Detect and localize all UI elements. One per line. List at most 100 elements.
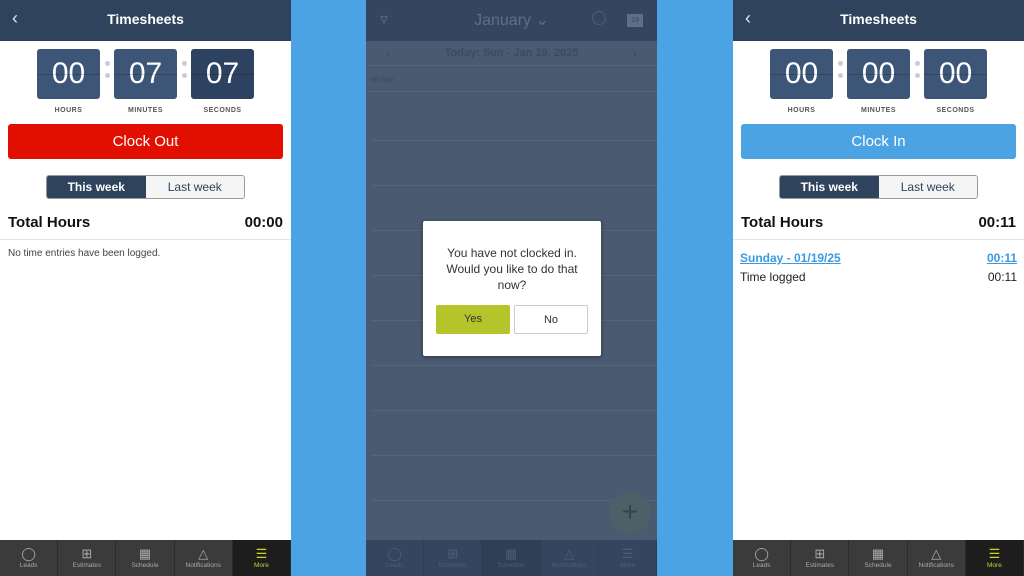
tab-last-week[interactable]: Last week [145,176,244,198]
week-toggle: This week Last week [46,175,245,199]
nav-leads[interactable]: ◯ Leads [733,540,792,576]
total-hours-label: Total Hours [8,214,91,231]
nav-schedule[interactable]: ▦ Schedule [482,540,541,576]
total-hours-row: Total Hours 00:00 [8,214,283,231]
calendar-icon: ▦ [138,546,152,561]
nav-more[interactable]: ☰ More [232,540,291,576]
hours-label: HOURS [54,107,83,114]
search-icon[interactable] [592,11,606,25]
minutes-label: MINUTES [128,107,163,114]
total-hours-row: Total Hours 00:11 [741,214,1016,231]
month-selector[interactable]: January ⌄ [366,10,657,30]
divider [0,239,291,240]
nav-leads[interactable]: ◯ Leads [366,540,425,576]
bell-icon: △ [198,546,209,561]
total-hours-value: 00:00 [244,214,283,231]
time-logged-row: Time logged 00:11 [740,270,1017,284]
estimates-icon: ⊞ [81,546,93,561]
menu-icon: ☰ [988,546,1001,561]
leads-icon: ◯ [754,546,769,561]
seconds-label: SECONDS [203,107,242,114]
divider [733,239,1024,240]
tab-this-week[interactable]: This week [780,176,879,198]
divider [366,65,657,66]
minutes-label: MINUTES [861,107,896,114]
colon-separator [915,61,920,85]
clock-in-dialog: You have not clocked in. Would you like … [423,221,601,356]
bell-icon: △ [931,546,942,561]
hour-line [372,410,657,411]
leads-icon: ◯ [387,546,402,561]
bell-icon: △ [564,546,575,561]
dialog-message: You have not clocked in. Would you like … [446,246,578,292]
nav-schedule[interactable]: ▦ Schedule [849,540,908,576]
header: ▿ January ⌄ 19 [366,0,657,41]
calendar-today-icon[interactable]: 19 [627,14,643,27]
hour-line [372,140,657,141]
bottom-nav: ◯ Leads ⊞ Estimates ▦ Schedule △ Notificatio… [366,540,657,576]
nav-more[interactable]: ☰ More [599,540,657,576]
tab-this-week[interactable]: This week [47,176,146,198]
nav-more[interactable]: ☰ More [965,540,1024,576]
header: ‹ Timesheets [733,0,1024,41]
menu-icon: ☰ [255,546,268,561]
seconds-display: 00 [924,49,987,99]
divider [366,91,657,92]
hour-line [372,185,657,186]
total-hours-value: 00:11 [978,214,1016,231]
seconds-display: 07 [191,49,254,99]
plus-icon: + [621,496,639,527]
clock-out-button[interactable]: Clock Out [8,124,283,159]
bottom-nav: ◯ Leads ⊞ Estimates ▦ Schedule △ Notificatio… [0,540,291,576]
time-logged-value: 00:11 [987,270,1017,284]
estimates-icon: ⊞ [447,546,459,561]
hours-display: 00 [37,49,100,99]
total-hours-label: Total Hours [741,214,824,231]
header: ‹ Timesheets [0,0,291,41]
page-title: Timesheets [107,11,184,27]
clock-in-button[interactable]: Clock In [741,124,1016,159]
hours-label: HOURS [787,107,816,114]
week-toggle: This week Last week [779,175,978,199]
nav-estimates[interactable]: ⊞ Estimates [58,540,117,576]
day-link[interactable]: Sunday - 01/19/25 [740,251,841,265]
calendar-icon: ▦ [871,546,885,561]
add-event-button[interactable]: + [609,492,651,534]
page-title: Timesheets [840,11,917,27]
next-day-icon[interactable]: › [632,45,637,61]
day-total-link[interactable]: 00:11 [987,251,1017,265]
schedule-panel-with-dialog: ▿ January ⌄ 19 ‹ Today: Sun - Jan 19, 20… [366,0,657,576]
hour-line [372,455,657,456]
hours-display: 00 [770,49,833,99]
time-logged-label: Time logged [740,270,806,284]
nav-notifications[interactable]: △ Notifications [541,540,599,576]
leads-icon: ◯ [21,546,36,561]
empty-message: No time entries have been logged. [8,248,161,259]
colon-separator [105,61,110,85]
minutes-display: 00 [847,49,910,99]
seconds-label: SECONDS [936,107,975,114]
bottom-nav: ◯ Leads ⊞ Estimates ▦ Schedule △ Notificatio… [733,540,1024,576]
colon-separator [182,61,187,85]
nav-leads[interactable]: ◯ Leads [0,540,59,576]
minutes-display: 07 [114,49,177,99]
timesheets-panel-clocked-out: ‹ Timesheets 00 00 00 HOURS MINUTES SECO… [733,0,1024,576]
nav-estimates[interactable]: ⊞ Estimates [424,540,483,576]
menu-icon: ☰ [621,546,634,561]
hour-line [372,365,657,366]
calendar-icon: ▦ [504,546,518,561]
date-label: Today: Sun - Jan 19, 2025 [444,47,579,59]
day-entry-row: Sunday - 01/19/25 00:11 [740,251,1017,265]
chevron-down-icon: ⌄ [535,12,549,29]
nav-estimates[interactable]: ⊞ Estimates [791,540,850,576]
all-day-label: all-day [370,75,394,84]
nav-notifications[interactable]: △ Notifications [908,540,966,576]
estimates-icon: ⊞ [814,546,826,561]
timesheets-panel-clocked-in: ‹ Timesheets 00 07 07 HOURS MINUTES SECO… [0,0,291,576]
nav-notifications[interactable]: △ Notifications [175,540,233,576]
yes-button[interactable]: Yes [436,305,510,334]
date-bar: ‹ Today: Sun - Jan 19, 2025 › [366,41,657,65]
nav-schedule[interactable]: ▦ Schedule [116,540,175,576]
no-button[interactable]: No [514,305,588,334]
tab-last-week[interactable]: Last week [878,176,977,198]
